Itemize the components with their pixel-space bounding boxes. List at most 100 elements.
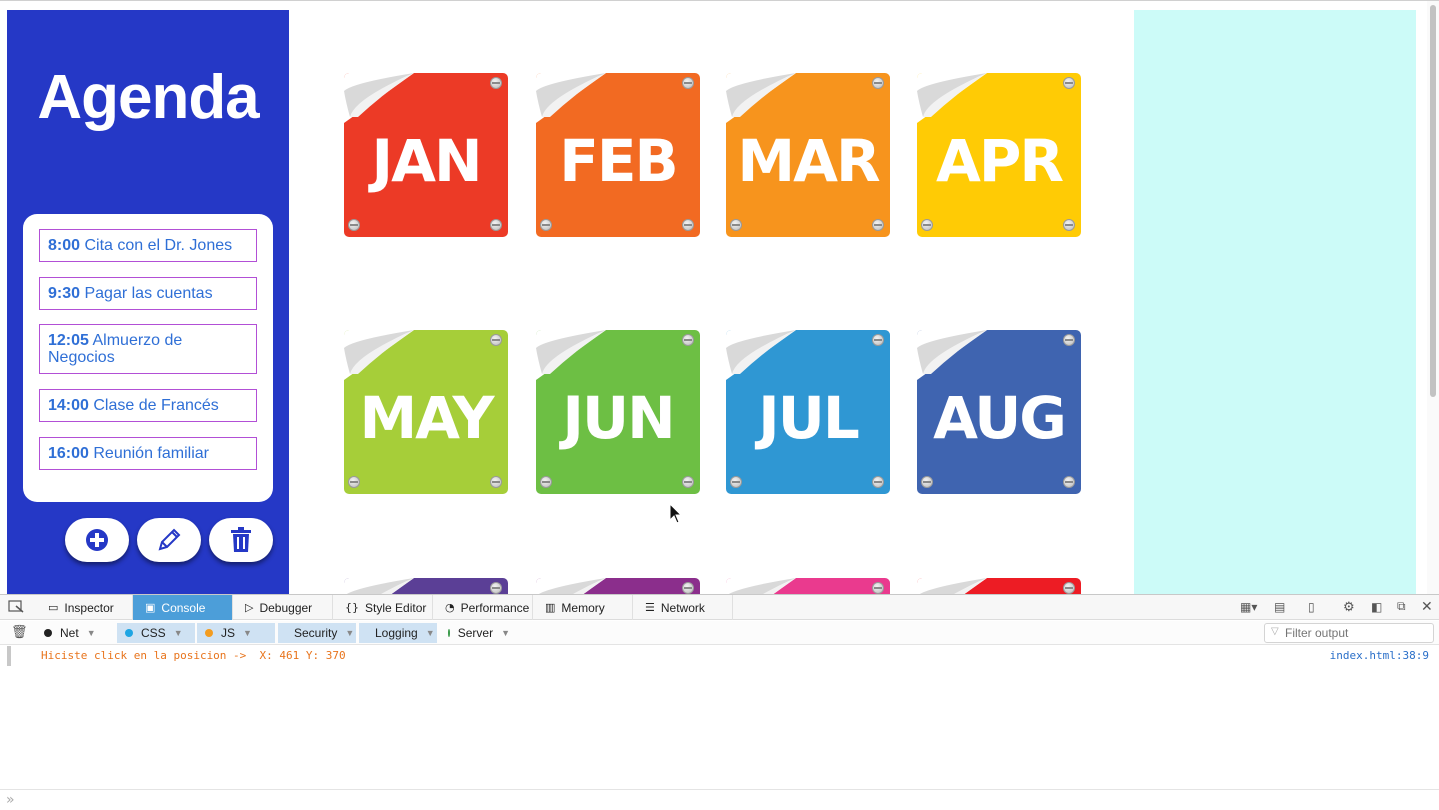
filter-output-input[interactable] xyxy=(1264,623,1434,643)
month-tile[interactable] xyxy=(344,578,508,594)
screw-icon xyxy=(872,77,884,89)
screw-icon xyxy=(921,219,933,231)
chevron-down-icon: ▼ xyxy=(345,628,355,638)
element-picker-icon[interactable] xyxy=(8,600,24,617)
screw-icon xyxy=(682,582,694,594)
responsive-mode-icon[interactable]: ▯ xyxy=(1308,600,1315,614)
add-button[interactable] xyxy=(65,518,129,562)
scrollbar-thumb[interactable] xyxy=(1430,5,1436,397)
tab-label: Console xyxy=(161,600,206,615)
mouse-cursor-icon xyxy=(669,503,683,524)
devtools-toolbar: ▭ Inspector ▣ Console ▷ Debugger {} Style Ed… xyxy=(0,595,1439,620)
screw-icon xyxy=(1063,77,1075,89)
tab-debugger[interactable]: ▷ Debugger xyxy=(233,595,333,620)
tab-performance[interactable]: ◔ Performance xyxy=(433,595,533,620)
tab-memory[interactable]: ▥ Memory xyxy=(533,595,633,620)
month-tile[interactable]: JAN xyxy=(344,73,508,237)
screw-icon xyxy=(682,334,694,346)
filter-security[interactable]: Security ▼ xyxy=(278,623,356,643)
gauge-icon: ◔ xyxy=(445,601,455,614)
edit-button[interactable] xyxy=(137,518,201,562)
months-grid: JAN FEB MAR APR MAY JUN JUL AUG xyxy=(289,1,1134,594)
agenda-item-text: Clase de Francés xyxy=(93,397,219,414)
tab-label: Style Editor xyxy=(365,600,427,615)
screw-icon xyxy=(540,219,552,231)
agenda-item[interactable]: 9:30 Pagar las cuentas xyxy=(39,277,257,310)
tab-console[interactable]: ▣ Console xyxy=(133,595,233,620)
month-tile[interactable]: MAR xyxy=(726,73,890,237)
agenda-item[interactable]: 12:05 Almuerzo de Negocios xyxy=(39,324,257,374)
trash-icon xyxy=(231,527,251,552)
month-label: MAY xyxy=(359,384,494,452)
viewport: Agenda 8:00 Cita con el Dr. Jones 9:30 P… xyxy=(0,0,1439,594)
network-icon: ☰ xyxy=(645,601,655,614)
page-curl-icon xyxy=(536,73,606,123)
trash-clear-icon[interactable]: 🗑 xyxy=(11,624,28,640)
agenda-item[interactable]: 16:00 Reunión familiar xyxy=(39,437,257,470)
agenda-list: 8:00 Cita con el Dr. Jones 9:30 Pagar la… xyxy=(23,214,273,502)
filter-label: Security xyxy=(294,626,338,640)
console-gutter xyxy=(7,646,11,666)
filter-label: JS xyxy=(221,626,236,640)
screw-icon xyxy=(490,582,502,594)
agenda-item-text: Pagar las cuentas xyxy=(84,285,213,302)
month-tile[interactable] xyxy=(917,578,1081,594)
filter-logging[interactable]: Logging ▼ xyxy=(359,623,437,643)
page-curl-icon xyxy=(917,578,987,594)
filter-net[interactable]: Net ▼ xyxy=(36,623,114,643)
delete-button[interactable] xyxy=(209,518,273,562)
month-tile[interactable]: JUL xyxy=(726,330,890,494)
month-tile[interactable]: JUN xyxy=(536,330,700,494)
filter-label: Logging xyxy=(375,626,418,640)
filter-css[interactable]: CSS ▼ xyxy=(117,623,195,643)
month-tile[interactable]: APR xyxy=(917,73,1081,237)
screw-icon xyxy=(1063,219,1075,231)
month-label: JAN xyxy=(371,127,482,195)
undock-icon[interactable]: ⧉ xyxy=(1397,599,1406,614)
layout-icon[interactable]: ▦▾ xyxy=(1240,600,1257,614)
agenda-sidebar: Agenda 8:00 Cita con el Dr. Jones 9:30 P… xyxy=(7,10,289,594)
agenda-item-time: 14:00 xyxy=(48,397,89,414)
screw-icon xyxy=(490,219,502,231)
agenda-item[interactable]: 14:00 Clase de Francés xyxy=(39,389,257,422)
inspector-icon: ▭ xyxy=(48,601,59,614)
chevron-down-icon: ▼ xyxy=(243,628,252,638)
console-icon: ▣ xyxy=(145,601,156,614)
console-source-link[interactable]: index.html:38:9 xyxy=(1330,649,1429,662)
tab-network[interactable]: ☰ Network xyxy=(633,595,733,620)
month-tile[interactable] xyxy=(726,578,890,594)
agenda-item[interactable]: 8:00 Cita con el Dr. Jones xyxy=(39,229,257,262)
month-tile[interactable]: MAY xyxy=(344,330,508,494)
close-icon[interactable]: ✕ xyxy=(1421,598,1433,615)
screw-icon xyxy=(490,476,502,488)
page-curl-icon xyxy=(344,330,414,380)
console-input[interactable]: » xyxy=(0,789,1439,810)
plus-circle-icon xyxy=(86,529,108,551)
tab-style-editor[interactable]: {} Style Editor xyxy=(333,595,433,620)
app-title: Agenda xyxy=(37,63,259,132)
month-tile[interactable]: FEB xyxy=(536,73,700,237)
tab-label: Network xyxy=(660,600,705,615)
screw-icon xyxy=(490,77,502,89)
screw-icon xyxy=(1063,334,1075,346)
js-dot-icon xyxy=(205,629,213,637)
tab-label: Inspector xyxy=(64,600,114,615)
split-console-icon[interactable]: ▤ xyxy=(1274,600,1285,614)
page-curl-icon xyxy=(726,330,796,380)
agenda-item-time: 12:05 xyxy=(48,332,89,349)
page-curl-icon xyxy=(917,330,987,380)
page-curl-icon xyxy=(536,330,606,380)
month-label: JUN xyxy=(562,384,675,452)
screw-icon xyxy=(1063,582,1075,594)
month-tile[interactable]: AUG xyxy=(917,330,1081,494)
vertical-scrollbar[interactable] xyxy=(1427,1,1439,594)
right-panel xyxy=(1134,10,1416,594)
agenda-item-text: Cita con el Dr. Jones xyxy=(84,237,233,254)
filter-server[interactable]: Server ▼ xyxy=(440,623,518,643)
month-tile[interactable] xyxy=(536,578,700,594)
tab-inspector[interactable]: ▭ Inspector xyxy=(36,595,133,620)
dock-side-icon[interactable]: ◧ xyxy=(1371,600,1382,614)
gear-icon[interactable]: ⚙ xyxy=(1343,599,1355,615)
filter-js[interactable]: JS ▼ xyxy=(197,623,275,643)
console-filter-bar: 🗑 Net ▼ CSS ▼ JS ▼ Security ▼ Logging ▼ … xyxy=(0,621,1439,645)
